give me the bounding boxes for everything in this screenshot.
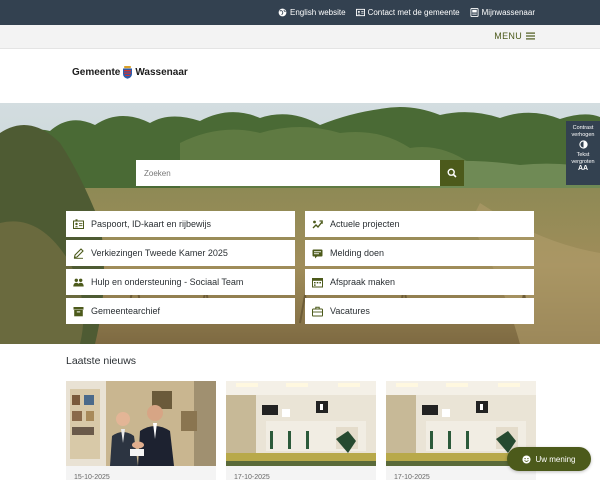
tile-verkiezingen[interactable]: Verkiezingen Tweede Kamer 2025 [66, 240, 295, 266]
text-size-icon: AA [577, 165, 589, 172]
menu-bar: MENU [0, 25, 600, 49]
news-image-handshake [66, 381, 216, 466]
news-heading: Laatste nieuws [66, 355, 137, 367]
contrast-icon [578, 140, 588, 149]
smiley-icon [522, 454, 532, 464]
tile-label: Melding doen [330, 248, 385, 258]
contrast-label-1: Contrast [572, 125, 594, 131]
projects-icon [312, 219, 323, 228]
site-logo[interactable]: Gemeente Wassenaar [72, 66, 188, 79]
tile-afspraak-maken[interactable]: Afspraak maken [305, 269, 534, 295]
mijnwassenaar-label: Mijnwassenaar [481, 8, 535, 17]
tile-label: Paspoort, ID-kaart en rijbewijs [91, 219, 212, 229]
search-bar [136, 160, 464, 186]
text-size-label-2: vergroten [571, 158, 595, 165]
top-bar: English website Contact met de gemeente … [0, 0, 600, 25]
news-cards: 15-10-2025 17-10-2025 17-10-2025 [66, 381, 536, 480]
news-card[interactable]: 17-10-2025 [226, 381, 376, 480]
accessibility-widget: Contrast verhogen Tekst vergroten AA [566, 121, 600, 185]
hero-banner: Paspoort, ID-kaart en rijbewijs Actuele … [0, 103, 600, 344]
tile-melding-doen[interactable]: Melding doen [305, 240, 534, 266]
tile-label: Afspraak maken [330, 277, 396, 287]
logo-text-right: Wassenaar [135, 67, 188, 78]
tile-label: Verkiezingen Tweede Kamer 2025 [91, 248, 228, 258]
search-button[interactable] [440, 160, 464, 186]
english-website-link[interactable]: English website [278, 8, 346, 17]
globe-icon [278, 8, 287, 17]
quick-links: Paspoort, ID-kaart en rijbewijs Actuele … [66, 211, 535, 324]
hamburger-icon [526, 32, 535, 40]
account-icon [470, 8, 479, 17]
tile-label: Hulp en ondersteuning - Sociaal Team [91, 277, 244, 287]
id-card-icon [73, 218, 84, 229]
news-image-office [226, 381, 376, 466]
contrast-label-2: verhogen [571, 131, 595, 138]
tile-label: Gemeentearchief [91, 306, 161, 316]
contrast-toggle[interactable]: Contrast verhogen [566, 125, 600, 149]
coat-of-arms-icon [123, 66, 133, 79]
feedback-button[interactable]: Uw mening [507, 447, 591, 471]
contact-icon [355, 8, 365, 17]
tile-gemeentearchief[interactable]: Gemeentearchief [66, 298, 295, 324]
news-date: 15-10-2025 [74, 474, 110, 480]
report-icon [312, 249, 323, 258]
text-size-toggle[interactable]: Tekst vergroten AA [566, 152, 600, 173]
contact-link[interactable]: Contact met de gemeente [355, 8, 460, 17]
tile-label: Vacatures [330, 306, 370, 316]
tile-hulp-ondersteuning[interactable]: Hulp en ondersteuning - Sociaal Team [66, 269, 295, 295]
news-date: 17-10-2025 [394, 474, 430, 480]
tile-vacatures[interactable]: Vacatures [305, 298, 534, 324]
news-card[interactable]: 15-10-2025 [66, 381, 216, 480]
feedback-label: Uw mening [535, 454, 576, 464]
text-size-label-1: Tekst [576, 152, 590, 158]
search-icon [447, 168, 457, 178]
mijnwassenaar-link[interactable]: Mijnwassenaar [470, 8, 535, 17]
people-icon [73, 278, 84, 286]
appointment-icon [312, 277, 323, 287]
archive-icon [73, 306, 84, 316]
logo-text-left: Gemeente [72, 67, 121, 78]
contact-label: Contact met de gemeente [367, 8, 460, 17]
tile-paspoort[interactable]: Paspoort, ID-kaart en rijbewijs [66, 211, 295, 237]
tile-label: Actuele projecten [330, 219, 400, 229]
pencil-icon [73, 247, 84, 259]
briefcase-icon [312, 306, 323, 316]
top-links: English website Contact met de gemeente … [278, 0, 535, 25]
tile-actuele-projecten[interactable]: Actuele projecten [305, 211, 534, 237]
english-website-label: English website [289, 8, 346, 17]
search-input[interactable] [136, 160, 440, 186]
menu-label: MENU [494, 31, 522, 41]
news-date: 17-10-2025 [234, 474, 270, 480]
menu-button[interactable]: MENU [494, 31, 535, 41]
